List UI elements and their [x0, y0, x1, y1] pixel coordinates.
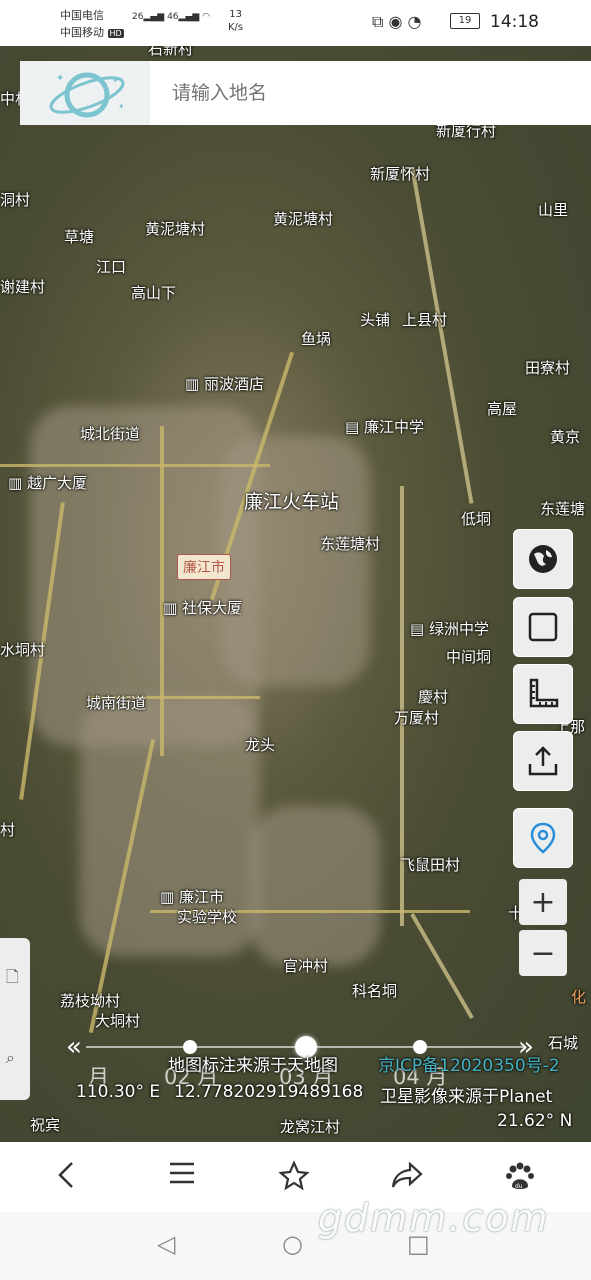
map-label: 田寮村 [525, 359, 571, 377]
clock: 14:18 [490, 12, 539, 32]
bookmark-button[interactable] [274, 1160, 314, 1194]
signal-icons: 26▂▄▆ 46▂▄▆ ◠ [132, 12, 211, 22]
map-label: 龙窝江村 [280, 1118, 341, 1136]
hd-badge: HD [107, 29, 124, 38]
map-label: 祝宾 [30, 1116, 61, 1134]
icp-link[interactable]: 京ICP备12020350号-2 [378, 1051, 560, 1076]
map-label: 黄泥塘村 [273, 210, 334, 228]
map-label: 高山下 [131, 284, 177, 302]
map-label: 高屋 [487, 400, 518, 418]
map-label: 城北街道 [80, 425, 141, 443]
baidu-button[interactable]: du [500, 1160, 540, 1194]
map-label: 黄泥塘村 [145, 220, 206, 238]
carrier-1: 中国电信 [60, 9, 104, 22]
map-label: 头铺 [360, 311, 391, 329]
location-pin-icon [530, 822, 556, 854]
annotation-credit: 地图标注来源于天地图 [168, 1056, 338, 1076]
measure-button[interactable] [513, 664, 573, 724]
layer-button[interactable] [513, 597, 573, 657]
imagery-credit: 卫星影像来源于Planet [380, 1087, 553, 1107]
map-label: 化 [571, 988, 587, 1006]
map-label: 飞鼠田村 [400, 856, 461, 874]
chevron-double-left-icon[interactable]: « [66, 1032, 82, 1062]
search-input[interactable] [170, 75, 574, 111]
ruler-icon [529, 678, 559, 708]
globe-icon [529, 545, 557, 573]
svg-text:du: du [515, 1183, 523, 1190]
map-label: 水垌村 [0, 641, 46, 659]
nav-back-icon[interactable]: ◁ [157, 1230, 175, 1258]
map-label: 万厦村 [394, 709, 440, 727]
status-bar: 中国电信 中国移动 HD 26▂▄▆ 46▂▄▆ ◠ 13 K/s ⧉ ◉ ◔ 1… [0, 0, 591, 46]
satellite-map[interactable]: 石新村 新厦行村 中村 新厦怀村 山里 洞村 黄泥塘村 黄泥塘村 草塘 江口 高… [0, 46, 591, 1142]
map-label: 低垌 [461, 510, 492, 528]
map-label: ▤ 廉江中学 [345, 418, 424, 436]
map-label: 洞村 [0, 191, 31, 209]
map-label: 荔枝坳村 [60, 992, 121, 1010]
planet-icon: ✦ ✦ ✦ [49, 72, 125, 118]
map-label: 实验学校 [177, 908, 238, 926]
map-label: 科名垌 [352, 982, 398, 1000]
coordinate-value: 12.778202919489168 [174, 1082, 364, 1102]
map-label: 慶村 [418, 688, 449, 706]
map-label: ▤ 绿洲中学 [410, 620, 489, 638]
city-label: 廉江市 [177, 554, 231, 580]
back-button[interactable] [46, 1160, 86, 1194]
document-icon[interactable]: 🗋 [6, 966, 19, 993]
map-label: 山里 [538, 201, 569, 219]
network-speed: 13 K/s [228, 9, 244, 33]
search-bar: ✦ ✦ ✦ [20, 61, 591, 125]
share-button[interactable] [513, 731, 573, 791]
side-panel-tab[interactable]: 🗋 ⌕ [0, 938, 30, 1100]
map-label: 石新村 [148, 46, 194, 58]
latitude-readout: 21.62° N [497, 1111, 573, 1131]
zoom-in-button[interactable]: + [519, 879, 567, 925]
map-label: 石城 [548, 1034, 579, 1052]
watermark: gdmm.com [318, 1196, 550, 1240]
map-label: ▥ 丽波酒店 [185, 375, 264, 393]
map-label: 江口 [96, 258, 127, 276]
map-label: 东莲塘村 [320, 535, 381, 553]
svg-text:✦: ✦ [112, 76, 119, 85]
map-label: ▥ 越广大厦 [8, 474, 87, 492]
map-label: 东莲塘 [540, 500, 586, 518]
svg-text:✦: ✦ [118, 102, 125, 111]
map-label: 村 [0, 821, 16, 839]
share-page-button[interactable] [387, 1160, 427, 1194]
map-label: 新厦怀村 [370, 165, 431, 183]
map-label: 鱼埚 [301, 330, 332, 348]
menu-icon [170, 1162, 194, 1184]
svg-text:✦: ✦ [56, 73, 64, 84]
upload-icon [528, 746, 558, 776]
search-icon[interactable]: ⌕ [6, 1048, 15, 1068]
status-icons: ⧉ ◉ ◔ [372, 12, 422, 31]
map-label: 上县村 [402, 311, 448, 329]
globe-button[interactable] [513, 529, 573, 589]
forward-share-icon [391, 1161, 423, 1188]
map-label: 城南街道 [86, 694, 147, 712]
map-label: ▥ 廉江市 [160, 888, 224, 906]
battery-icon: 19 [450, 13, 480, 29]
map-label: 龙头 [245, 736, 276, 754]
square-icon [528, 612, 558, 642]
map-label: 廉江火车站 [244, 491, 340, 513]
star-icon [278, 1160, 310, 1191]
carrier-2: 中国移动 HD [60, 26, 124, 39]
zoom-out-button[interactable]: − [519, 930, 567, 976]
chevron-left-icon [58, 1162, 73, 1188]
map-label: ▥ 社保大厦 [163, 599, 242, 617]
baidu-paw-icon: du [506, 1162, 534, 1190]
menu-button[interactable] [162, 1160, 202, 1194]
app-logo[interactable]: ✦ ✦ ✦ [20, 61, 150, 125]
nav-home-icon[interactable]: ○ [282, 1230, 303, 1258]
map-label: 谢建村 [0, 278, 46, 296]
map-label: 草塘 [64, 228, 95, 246]
map-label: 大垌村 [95, 1012, 141, 1030]
map-label: 黄京 [550, 428, 581, 446]
longitude-readout: 110.30° E [76, 1082, 161, 1102]
map-label: 中间垌 [446, 648, 492, 666]
map-label: 官冲村 [283, 957, 329, 975]
locate-button[interactable] [513, 808, 573, 868]
